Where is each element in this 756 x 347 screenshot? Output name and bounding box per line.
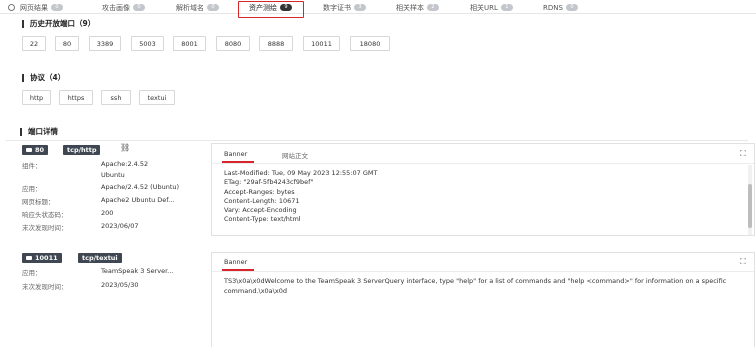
application-label: 应用：	[22, 185, 42, 193]
open-ports-heading: 历史开放端口（9）	[22, 18, 95, 29]
port-tag[interactable]: 22	[22, 36, 46, 51]
status-code-value: 200	[101, 209, 114, 217]
protocol-badge: tcp/http	[63, 145, 101, 155]
tab-count-badge: 0	[133, 4, 145, 11]
protocol-tag[interactable]: http	[22, 90, 51, 105]
top-tab-bar: 网页结果 0 攻击画像 0 解析域名 0 资产测绘 9 数字证书 3 相关样本 …	[0, 0, 756, 14]
banner-panel: Banner 网站正文 ⛶ Last-Modified: Tue, 09 May…	[211, 143, 755, 236]
port-tag[interactable]: 10011	[303, 36, 340, 51]
protocols-title: 协议（4）	[30, 73, 66, 82]
application-value: TeamSpeak 3 Server...	[101, 267, 174, 275]
active-tab-highlight	[238, 1, 304, 18]
banner-text: Last-Modified: Tue, 09 May 2023 12:55:07…	[224, 169, 378, 224]
tab-label: 网页结果	[20, 3, 48, 12]
port-tag[interactable]: 8001	[173, 36, 206, 51]
last-seen-value: 2023/06/07	[101, 222, 139, 230]
component-value: Apache:2.4.52	[101, 160, 149, 168]
panel-tab-web-body[interactable]: 网站正文	[282, 150, 308, 160]
divider	[6, 140, 748, 141]
camera-icon	[26, 256, 32, 260]
globe-icon	[8, 4, 15, 11]
expand-icon[interactable]: ⛶	[740, 149, 746, 159]
application-label: 应用：	[22, 269, 42, 277]
tab-label: 攻击画像	[102, 3, 130, 12]
tab-label: 相关URL	[470, 3, 498, 12]
tab-count-badge: 1	[500, 4, 513, 11]
tab-attack-profile[interactable]: 攻击画像 0	[102, 2, 145, 13]
open-ports-title: 历史开放端口（9）	[30, 19, 96, 28]
tab-label: RDNS	[543, 3, 563, 12]
port-tag[interactable]: 18080	[350, 36, 390, 51]
tab-resolved-domains[interactable]: 解析域名 0	[176, 2, 219, 13]
port-tag[interactable]: 8888	[259, 36, 293, 51]
component-value-2: Ubuntu	[101, 171, 125, 179]
banner-panel: Banner ⛶ TS3\x0a\x0dWelcome to the TeamS…	[211, 252, 755, 347]
port-tag[interactable]: 3389	[89, 36, 121, 51]
banner-text: TS3\x0a\x0dWelcome to the TeamSpeak 3 Se…	[224, 277, 727, 295]
tab-count-badge: 0	[565, 4, 578, 11]
tab-rdns[interactable]: RDNS 0	[543, 2, 578, 13]
status-code-label: 响应头状态码：	[22, 211, 68, 219]
component-label: 组件：	[22, 162, 42, 170]
last-seen-label: 末次发现时间：	[22, 224, 68, 232]
protocol-tag[interactable]: ssh	[101, 90, 131, 105]
tab-label: 解析域名	[176, 3, 204, 12]
protocol-badge: tcp/textui	[78, 253, 122, 263]
last-seen-label: 末次发现时间：	[22, 283, 68, 291]
camera-icon	[26, 148, 32, 152]
protocol-tag[interactable]: textui	[139, 90, 175, 105]
panel-tab-banner[interactable]: Banner	[224, 258, 247, 266]
port-details-title: 端口详情	[28, 127, 58, 136]
application-value: Apache/2.4.52 (Ubuntu)	[101, 183, 180, 191]
port-details-heading: 端口详情	[20, 126, 58, 137]
tab-label: 相关样本	[396, 3, 424, 12]
last-seen-value: 2023/05/30	[101, 281, 139, 289]
port-tag[interactable]: 80	[55, 36, 79, 51]
tab-count-badge: 0	[207, 4, 219, 11]
expand-icon[interactable]: ⛶	[740, 257, 746, 267]
tab-label: 数字证书	[323, 3, 351, 12]
tab-related-samples[interactable]: 相关样本 2	[396, 2, 439, 13]
tab-count-badge: 2	[427, 4, 439, 11]
protocols-heading: 协议（4）	[22, 72, 65, 83]
tab-count-badge: 0	[51, 4, 63, 11]
port-badge: 10011	[22, 253, 62, 263]
link-icon[interactable]: ⛓	[120, 143, 130, 152]
tab-count-badge: 3	[354, 4, 366, 11]
page-title-value: Apache2 Ubuntu Def...	[101, 196, 175, 204]
tab-digital-certificates[interactable]: 数字证书 3	[323, 2, 366, 13]
panel-tab-banner[interactable]: Banner	[224, 150, 247, 158]
protocol-tag[interactable]: https	[59, 90, 93, 105]
scrollbar-thumb[interactable]	[748, 184, 752, 228]
tab-web-results[interactable]: 网页结果 0	[8, 2, 63, 13]
port-tag[interactable]: 8080	[216, 36, 250, 51]
tab-related-url[interactable]: 相关URL 1	[470, 2, 513, 13]
page-title-label: 网页标题：	[22, 198, 55, 206]
port-badge: 80	[22, 145, 49, 155]
port-tag[interactable]: 5003	[131, 36, 164, 51]
